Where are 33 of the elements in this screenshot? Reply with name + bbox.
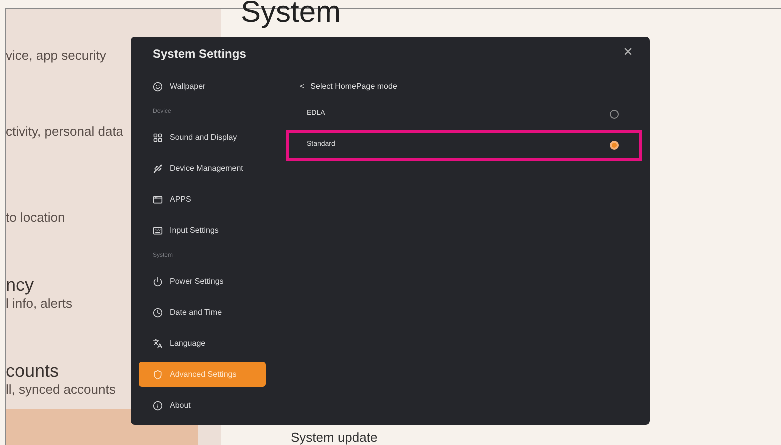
close-button[interactable]: × [624,45,642,61]
info-icon [153,400,163,410]
nav-item[interactable]: About [139,393,266,418]
radio-button[interactable] [610,110,619,119]
nav-item[interactable]: Wallpaper [139,74,266,99]
clock-icon [153,308,163,318]
page-heading: Select HomePage mode [310,81,398,93]
nav-item[interactable]: APPS [139,187,266,212]
app-window-icon [153,194,163,204]
category-heading: ncy [6,274,34,296]
category-description: to location [6,210,66,226]
shield-icon [153,370,163,380]
category-description: vice, app security [6,48,106,64]
back-button[interactable]: < [300,81,305,93]
page-title: System [241,0,342,29]
power-icon [153,276,163,286]
nav-item[interactable]: Power Settings [139,269,266,294]
nav-item[interactable]: Sound and Display [139,125,266,150]
category-heading: counts [6,360,60,382]
nav-item[interactable]: Date and Time [139,300,266,325]
nav-item[interactable]: Input Settings [139,218,266,243]
category-description: ctivity, personal data [6,124,124,140]
settings-item: System update [291,430,379,445]
dialog-title: System Settings [153,46,248,63]
grid-icon [153,132,163,142]
nav-item[interactable]: Language [139,331,266,356]
radio-button[interactable] [610,141,619,150]
category-description: ll, synced accounts [6,382,116,398]
plug-icon [153,164,163,174]
nav-item[interactable]: Device Management [139,156,266,181]
category-description: l info, alerts [6,296,72,312]
keyboard-icon [153,226,163,236]
smiley-icon [153,82,163,92]
